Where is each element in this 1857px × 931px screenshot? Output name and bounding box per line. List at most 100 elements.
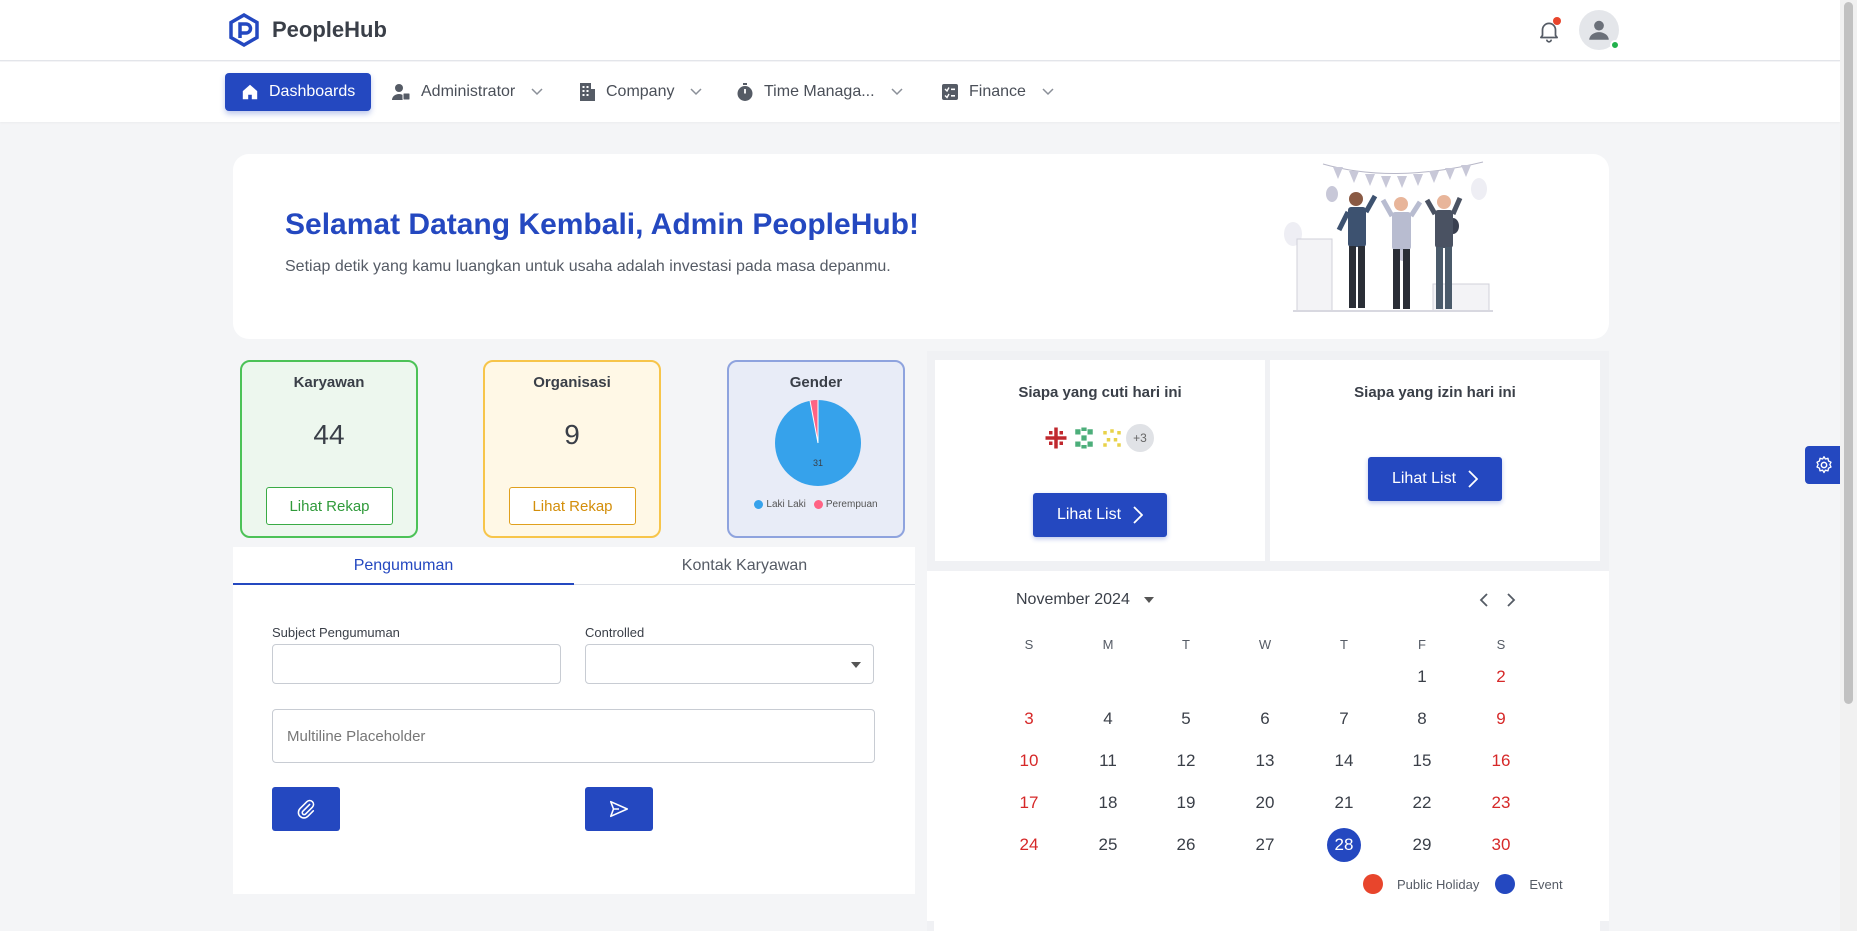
subject-input[interactable] (272, 644, 561, 684)
calendar-day[interactable]: 9 (1484, 702, 1518, 736)
calendar-day[interactable]: 16 (1484, 744, 1518, 778)
user-avatar[interactable] (1579, 10, 1620, 50)
nav-label: Administrator (421, 83, 516, 100)
dropdown-caret-icon (851, 662, 861, 668)
calendar-day[interactable]: 24 (1012, 828, 1046, 862)
organisasi-stat-card: Organisasi 9 Lihat Rekap (483, 360, 661, 538)
gender-stat-card: Gender 31 Laki Laki Perempuan (727, 360, 905, 538)
calendar-day[interactable]: 30 (1484, 828, 1518, 862)
calendar-day[interactable]: 10 (1012, 744, 1046, 778)
calendar-day[interactable]: 14 (1327, 744, 1361, 778)
calendar-day[interactable]: 8 (1405, 702, 1439, 736)
notification-bell[interactable] (1534, 16, 1564, 46)
calendar-month-select[interactable]: November 2024 (1016, 591, 1154, 609)
calendar-day[interactable]: 4 (1091, 702, 1125, 736)
cuti-lihat-list-button[interactable]: Lihat List (1033, 493, 1167, 537)
calendar-day[interactable]: 11 (1091, 744, 1125, 778)
legend-label: Perempuan (825, 499, 878, 510)
tab-pengumuman[interactable]: Pengumuman (233, 547, 574, 585)
building-icon (580, 83, 595, 101)
calendar-day[interactable]: 17 (1012, 786, 1046, 820)
calendar-day-today[interactable]: 28 (1327, 828, 1361, 862)
notification-dot (1553, 17, 1561, 25)
gender-legend: Laki Laki Perempuan (729, 499, 903, 510)
organisasi-rekap-button[interactable]: Lihat Rekap (509, 487, 636, 525)
calendar-day[interactable]: 6 (1248, 702, 1282, 736)
nav-finance[interactable]: Finance (929, 73, 1066, 111)
page-scrollbar[interactable] (1840, 0, 1857, 931)
calendar-day[interactable]: 1 (1405, 660, 1439, 694)
legend-item-perempuan[interactable]: Perempuan (813, 499, 878, 510)
stopwatch-icon (737, 83, 753, 101)
legend-label-event: Event (1529, 876, 1563, 892)
scrollbar-thumb[interactable] (1844, 2, 1853, 704)
calendar-day[interactable]: 3 (1012, 702, 1046, 736)
calendar-day[interactable]: 5 (1169, 702, 1203, 736)
send-button[interactable] (585, 787, 653, 831)
weekday-header: S (1024, 637, 1034, 652)
calendar-day[interactable]: 26 (1169, 828, 1203, 862)
nav-dashboards[interactable]: Dashboards (225, 73, 372, 111)
celebration-illustration (1284, 161, 1493, 312)
online-status-dot (1610, 40, 1620, 50)
calendar-prev-button[interactable] (1479, 593, 1489, 607)
karyawan-rekap-button[interactable]: Lihat Rekap (266, 487, 393, 525)
attach-button[interactable] (272, 787, 340, 831)
nav-label: Dashboards (269, 83, 356, 100)
gear-icon (1816, 456, 1832, 474)
calendar-day[interactable]: 2 (1484, 660, 1518, 694)
nav-administrator[interactable]: Administrator (379, 73, 555, 111)
calendar-day[interactable]: 7 (1327, 702, 1361, 736)
cuti-avatar-group[interactable]: +3 (1040, 422, 1156, 454)
controlled-select[interactable] (585, 644, 874, 684)
izin-lihat-list-button[interactable]: Lihat List (1368, 457, 1502, 501)
user-icon (1589, 20, 1609, 40)
calendar-day[interactable]: 12 (1169, 744, 1203, 778)
chevron-down-icon (891, 88, 903, 96)
stat-title: Karyawan (293, 374, 365, 391)
nav-company[interactable]: Company (566, 73, 714, 111)
calendar-day[interactable]: 29 (1405, 828, 1439, 862)
calendar-day[interactable]: 15 (1405, 744, 1439, 778)
message-textarea[interactable]: Multiline Placeholder (272, 709, 875, 763)
weekday-header: M (1102, 637, 1114, 652)
send-icon (609, 800, 629, 818)
nav-time-management[interactable]: Time Managa... (724, 73, 915, 111)
stat-title: Gender (789, 374, 843, 391)
legend-label: Laki Laki (766, 499, 806, 510)
calendar-day[interactable]: 20 (1248, 786, 1282, 820)
controlled-label: Controlled (585, 625, 645, 640)
home-icon (242, 84, 258, 100)
main-nav: Dashboards Administrator Company Time Ma… (0, 62, 1840, 122)
nav-label: Time Managa... (764, 83, 875, 100)
cuti-title: Siapa yang cuti hari ini (1018, 384, 1182, 401)
calendar-legend: Public Holiday Event (1363, 874, 1563, 894)
calendar-day[interactable]: 25 (1091, 828, 1125, 862)
legend-swatch (813, 499, 823, 509)
textarea-placeholder: Multiline Placeholder (287, 727, 426, 745)
chevron-right-icon (1468, 470, 1479, 488)
public-holiday-swatch (1363, 874, 1383, 894)
calendar: November 2024 Public Holiday Event S M T W T… (927, 571, 1609, 921)
settings-button[interactable] (1805, 446, 1843, 484)
calendar-day[interactable]: 21 (1327, 786, 1361, 820)
brand[interactable]: PeopleHub (228, 13, 387, 47)
legend-label-public-holiday: Public Holiday (1397, 876, 1480, 892)
calendar-day[interactable]: 19 (1169, 786, 1203, 820)
calendar-next-button[interactable] (1506, 593, 1516, 607)
stat-value: 9 (564, 419, 580, 450)
weekday-header: T (1182, 637, 1190, 652)
welcome-subtitle: Setiap detik yang kamu luangkan untuk us… (285, 258, 891, 275)
calendar-day[interactable]: 13 (1248, 744, 1282, 778)
nav-label: Company (606, 83, 675, 100)
paperclip-icon (297, 799, 315, 819)
tab-kontak-karyawan[interactable]: Kontak Karyawan (574, 547, 915, 585)
legend-item-laki-laki[interactable]: Laki Laki (754, 499, 806, 510)
calendar-day[interactable]: 23 (1484, 786, 1518, 820)
weekday-header: T (1340, 637, 1348, 652)
pie-data-label: 31 (813, 458, 823, 468)
button-label: Lihat List (1391, 470, 1457, 487)
calendar-day[interactable]: 22 (1405, 786, 1439, 820)
calendar-day[interactable]: 18 (1091, 786, 1125, 820)
calendar-day[interactable]: 27 (1248, 828, 1282, 862)
